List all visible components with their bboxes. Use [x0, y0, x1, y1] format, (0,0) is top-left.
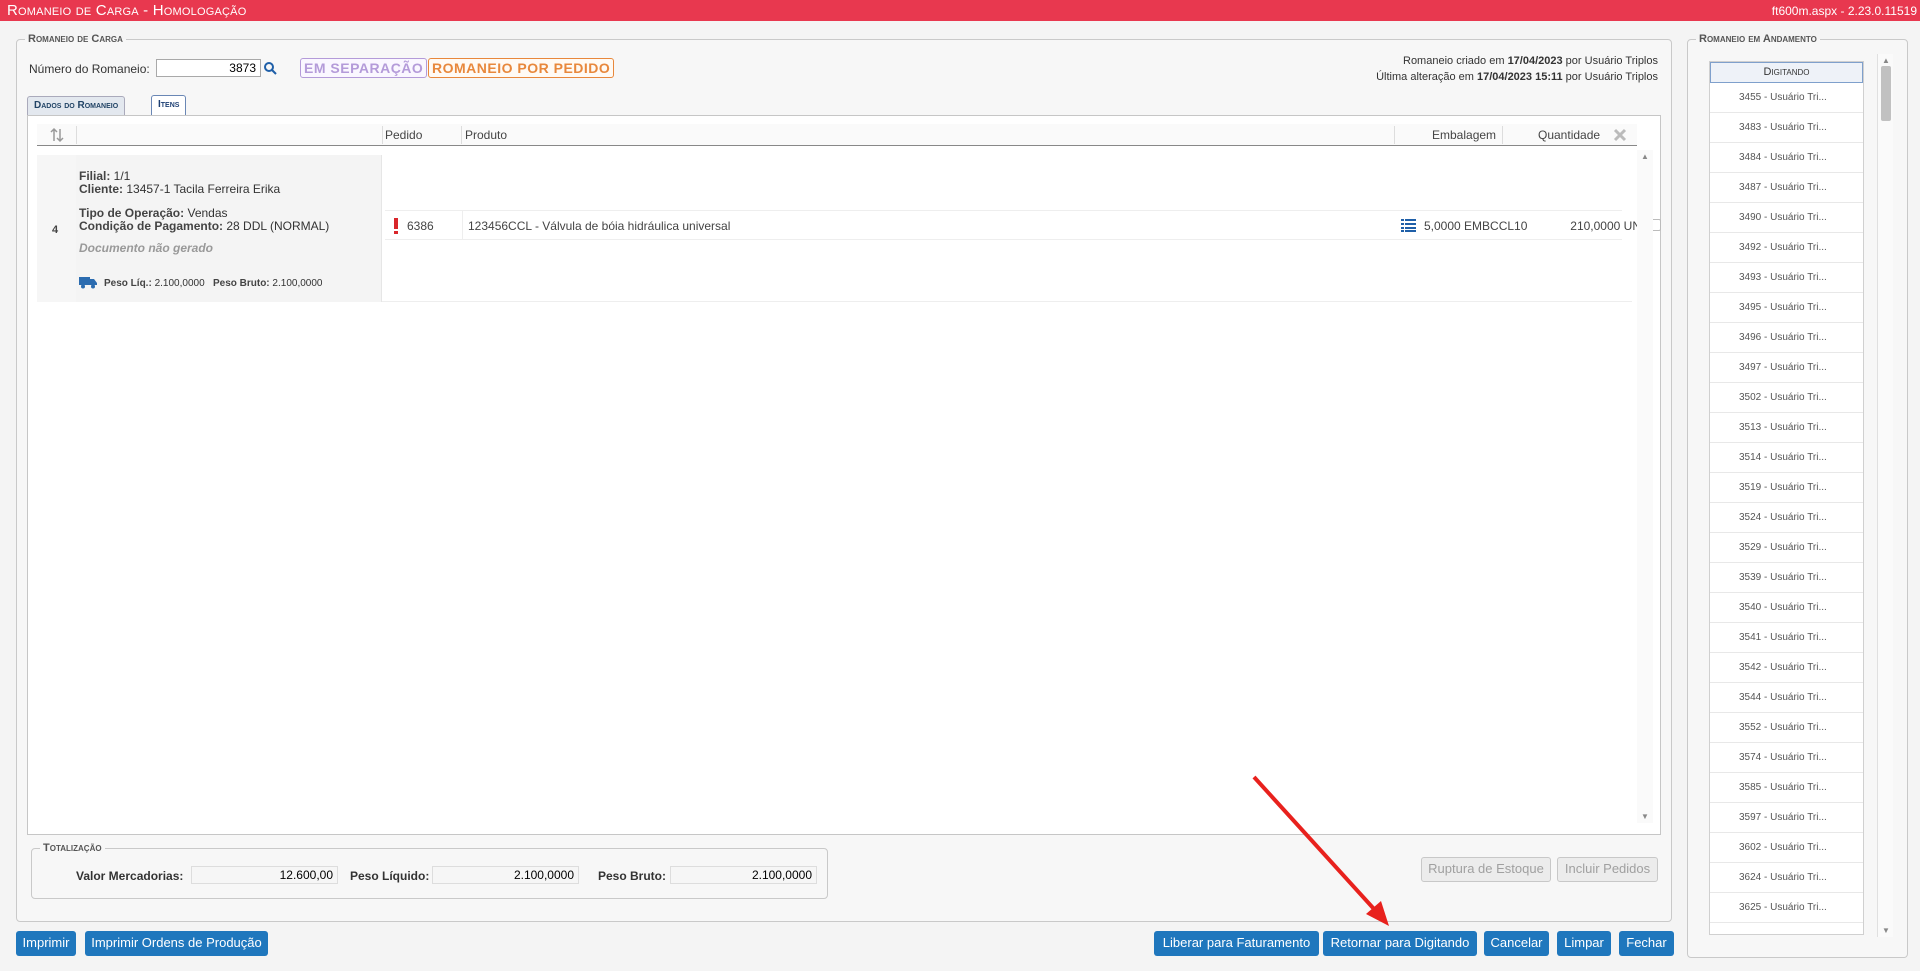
status-badge: EM SEPARAÇÃO	[300, 58, 428, 78]
filial-value: 1/1	[110, 169, 131, 183]
item-quantidade: 210,0000 UN	[1570, 219, 1641, 233]
peso-bruto-label: Peso Bruto:	[212, 278, 270, 289]
liberar-faturamento-button[interactable]: Liberar para Faturamento	[1154, 931, 1319, 956]
item-embalagem: 5,0000 EMBCCL10	[1424, 219, 1528, 233]
bruto-field	[670, 866, 817, 884]
items-panel: Pedido Produto Embalagem Quantidade 4 Fi…	[27, 115, 1661, 835]
list-item[interactable]: 3529 - Usuário Tri...	[1710, 533, 1863, 563]
version-label: ft600m.aspx - 2.23.0.11519	[1771, 4, 1917, 18]
andamento-legend: Romaneio em Andamento	[1699, 33, 1817, 45]
liquido-field	[432, 866, 579, 884]
item-produto: 123456CCL - Válvula de bóia hidráulica u…	[468, 219, 731, 233]
list-item[interactable]: 3483 - Usuário Tri...	[1710, 113, 1863, 143]
tab-itens[interactable]: Itens	[151, 95, 187, 115]
tab-dados-romaneio[interactable]: Dados do Romaneio	[27, 96, 126, 115]
valor-field	[191, 866, 338, 884]
clear-x-icon[interactable]	[1613, 128, 1627, 142]
truck-icon	[79, 277, 97, 289]
list-item[interactable]: 3455 - Usuário Tri...	[1710, 83, 1863, 113]
list-item[interactable]: 3497 - Usuário Tri...	[1710, 353, 1863, 383]
liquido-label: Peso Líquido:	[350, 869, 430, 883]
created-info: Romaneio criado em 17/04/2023 por Usuári…	[1403, 55, 1658, 67]
valor-label: Valor Mercadorias:	[76, 869, 184, 883]
header-pedido: Pedido	[385, 128, 423, 142]
cliente-label: Cliente:	[79, 182, 124, 196]
limpar-button[interactable]: Limpar	[1557, 931, 1611, 956]
list-item[interactable]: 3513 - Usuário Tri...	[1710, 413, 1863, 443]
fechar-button[interactable]: Fechar	[1619, 931, 1674, 956]
filial-label: Filial:	[79, 169, 111, 183]
list-item[interactable]: 3544 - Usuário Tri...	[1710, 683, 1863, 713]
digitando-header: Digitando	[1710, 62, 1863, 83]
totalizacao-legend: Totalização	[43, 842, 102, 854]
imprimir-button[interactable]: Imprimir	[16, 931, 76, 956]
header-quantidade: Quantidade	[1538, 128, 1601, 142]
row-number-cell: 4	[37, 155, 76, 302]
tipo-badge: ROMANEIO POR PEDIDO	[428, 58, 615, 78]
list-item[interactable]: 3540 - Usuário Tri...	[1710, 593, 1863, 623]
tipo-value: Vendas	[184, 206, 228, 220]
list-item[interactable]: 3574 - Usuário Tri...	[1710, 743, 1863, 773]
list-item[interactable]: 3552 - Usuário Tri...	[1710, 713, 1863, 743]
cond-label: Condição de Pagamento:	[79, 219, 224, 233]
list-item[interactable]: 3597 - Usuário Tri...	[1710, 803, 1863, 833]
bruto-label: Peso Bruto:	[598, 869, 667, 883]
retornar-digitando-button[interactable]: Retornar para Digitando	[1323, 931, 1477, 956]
table-row: 4 Filial: 1/1 Cliente: 13457-1 Tacila Fe…	[37, 155, 1661, 302]
list-item[interactable]: 3625 - Usuário Tri...	[1710, 893, 1863, 923]
peso-liq-label: Peso Líq.:	[104, 278, 152, 289]
header-produto: Produto	[465, 128, 508, 142]
cond-value: 28 DDL (NORMAL)	[223, 219, 330, 233]
list-item[interactable]: 3624 - Usuário Tri...	[1710, 863, 1863, 893]
side-scroll-thumb[interactable]	[1881, 66, 1891, 121]
list-item[interactable]: 3487 - Usuário Tri...	[1710, 173, 1863, 203]
list-item[interactable]: 3541 - Usuário Tri...	[1710, 623, 1863, 653]
list-item[interactable]: 3496 - Usuário Tri...	[1710, 323, 1863, 353]
item-pedido: 6386	[407, 219, 434, 233]
list-icon[interactable]	[1401, 219, 1416, 232]
list-item[interactable]: 3495 - Usuário Tri...	[1710, 293, 1863, 323]
side-scrollbar[interactable]: ▲ ▼	[1877, 54, 1893, 937]
updated-info: Última alteração em 17/04/2023 15:11 por…	[1376, 71, 1658, 83]
incluir-pedidos-button[interactable]: Incluir Pedidos	[1557, 857, 1658, 882]
numero-input[interactable]	[156, 59, 261, 77]
peso-liq-value: 2.100,0000	[151, 278, 205, 289]
sort-icon[interactable]	[49, 127, 65, 143]
header-embalagem: Embalagem	[1432, 128, 1497, 142]
list-item[interactable]: 3484 - Usuário Tri...	[1710, 143, 1863, 173]
ruptura-estoque-button[interactable]: Ruptura de Estoque	[1421, 857, 1551, 882]
list-item[interactable]: 3539 - Usuário Tri...	[1710, 563, 1863, 593]
search-icon[interactable]	[263, 61, 277, 75]
grid-scrollbar[interactable]: ▲ ▼	[1637, 150, 1653, 823]
item-row[interactable]: 6386 123456CCL - Válvula de bóia hidrául…	[385, 210, 1661, 240]
cliente-value: 13457-1 Tacila Ferreira Erika	[123, 182, 281, 196]
list-item[interactable]: 3542 - Usuário Tri...	[1710, 653, 1863, 683]
peso-bruto-value: 2.100,0000	[269, 278, 323, 289]
annotation-arrow-icon	[1252, 775, 1389, 926]
row-number: 4	[52, 224, 59, 236]
alert-icon	[394, 218, 398, 234]
grid-header: Pedido Produto Embalagem Quantidade	[37, 124, 1637, 146]
list-item[interactable]: 3514 - Usuário Tri...	[1710, 443, 1863, 473]
list-item[interactable]: 3502 - Usuário Tri...	[1710, 383, 1863, 413]
list-item[interactable]: 3490 - Usuário Tri...	[1710, 203, 1863, 233]
list-item[interactable]: 3492 - Usuário Tri...	[1710, 233, 1863, 263]
row-info: Filial: 1/1 Cliente: 13457-1 Tacila Ferr…	[76, 155, 382, 302]
digitando-list: Digitando 3455 - Usuário Tri... 3483 - Us…	[1709, 61, 1864, 935]
title-bar: Romaneio de Carga - Homologação ft600m.a…	[0, 0, 1920, 21]
list-item[interactable]: 3524 - Usuário Tri...	[1710, 503, 1863, 533]
window-title: Romaneio de Carga - Homologação	[7, 2, 247, 19]
list-item[interactable]: 3585 - Usuário Tri...	[1710, 773, 1863, 803]
list-item[interactable]: 3602 - Usuário Tri...	[1710, 833, 1863, 863]
cancelar-button[interactable]: Cancelar	[1484, 931, 1549, 956]
romaneio-legend: Romaneio de Carga	[28, 33, 123, 45]
imprimir-ordens-button[interactable]: Imprimir Ordens de Produção	[85, 931, 268, 956]
tipo-label: Tipo de Operação:	[79, 206, 185, 220]
documento-status: Documento não gerado	[79, 241, 214, 255]
numero-label: Número do Romaneio:	[29, 62, 150, 76]
list-item[interactable]: 3519 - Usuário Tri...	[1710, 473, 1863, 503]
list-item[interactable]: 3493 - Usuário Tri...	[1710, 263, 1863, 293]
